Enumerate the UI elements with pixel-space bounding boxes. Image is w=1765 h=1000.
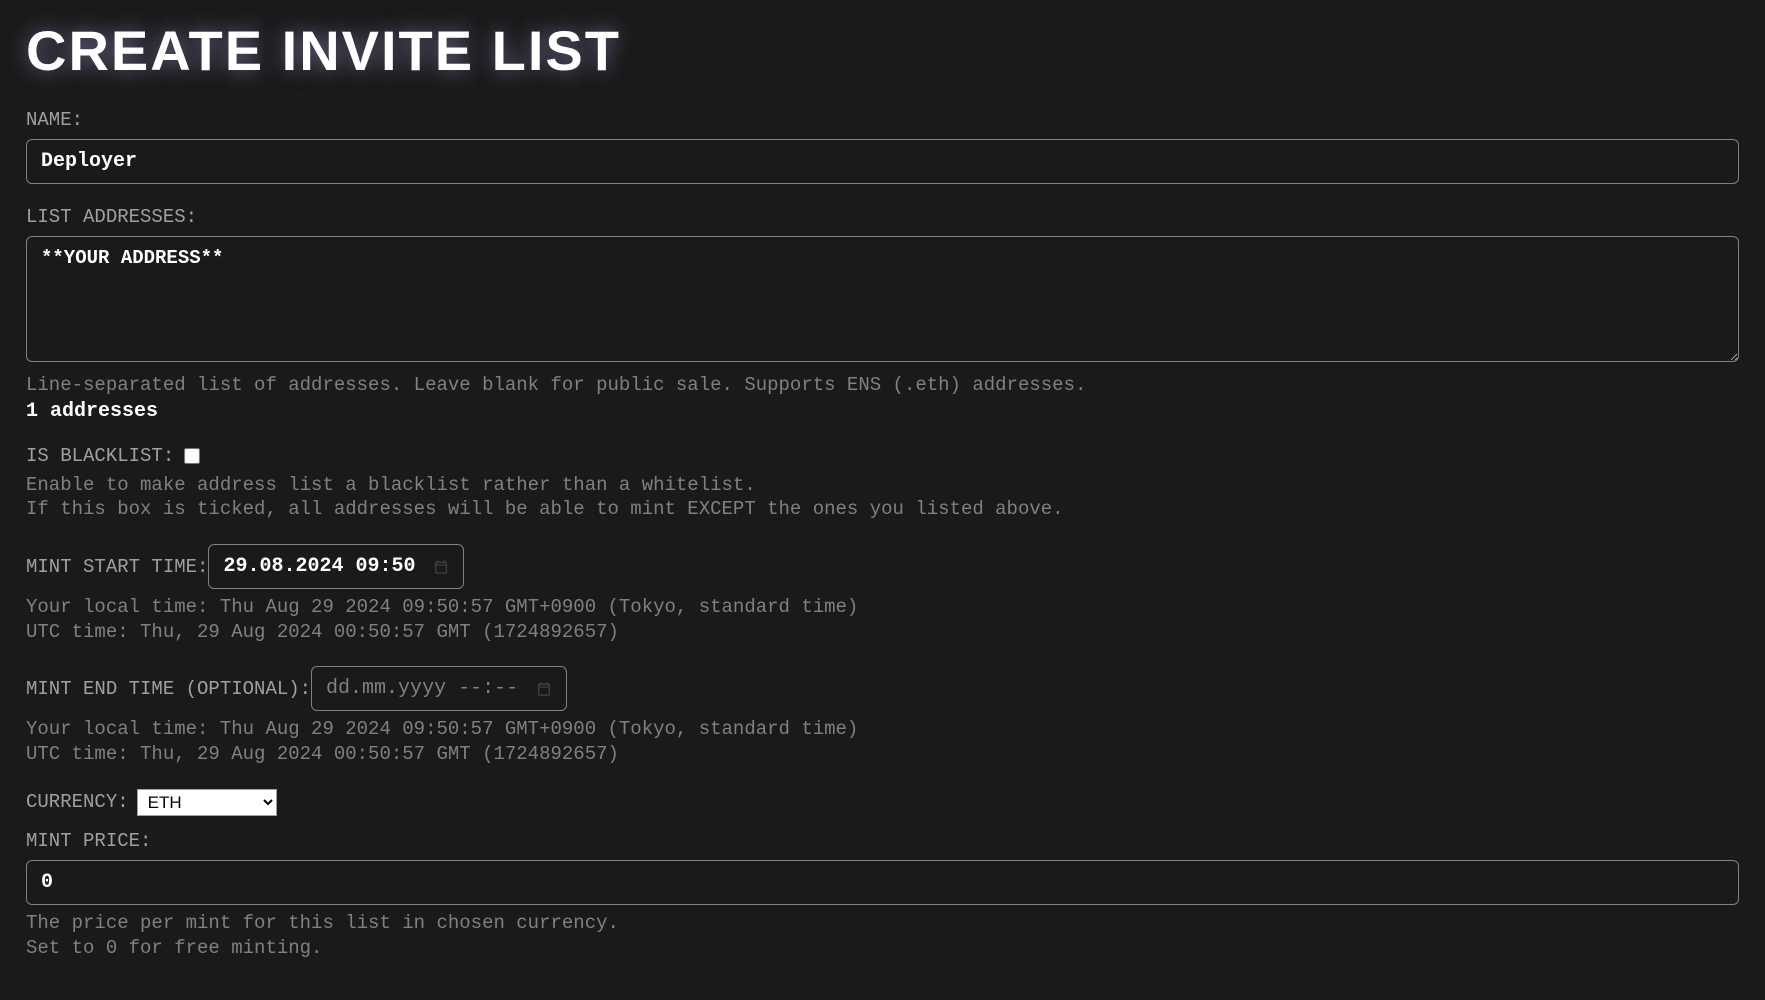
mint-end-time-label: MINT END TIME (OPTIONAL):: [26, 678, 311, 700]
currency-select[interactable]: ETH: [137, 789, 277, 816]
mint-start-time-label: MINT START TIME:: [26, 556, 208, 578]
name-label: NAME:: [26, 109, 83, 131]
currency-field-group: CURRENCY: ETH: [26, 789, 1739, 816]
is-blacklist-field-group: IS BLACKLIST: Enable to make address lis…: [26, 445, 1739, 522]
mint-price-input[interactable]: [26, 860, 1739, 905]
mint-price-helper-1: The price per mint for this list in chos…: [26, 911, 1739, 936]
page-title: CREATE INVITE LIST: [26, 18, 1739, 83]
calendar-icon: [536, 681, 552, 697]
list-addresses-textarea[interactable]: **YOUR ADDRESS**: [26, 236, 1739, 362]
mint-start-time-value: 29.08.2024 09:50: [223, 555, 415, 578]
mint-start-utc-time: UTC time: Thu, 29 Aug 2024 00:50:57 GMT …: [26, 620, 1739, 645]
calendar-icon: [433, 559, 449, 575]
mint-start-time-field-group: MINT START TIME: 29.08.2024 09:50 Your l…: [26, 544, 1739, 644]
list-addresses-helper: Line-separated list of addresses. Leave …: [26, 373, 1739, 398]
mint-price-field-group: MINT PRICE: The price per mint for this …: [26, 830, 1739, 960]
mint-price-helper-2: Set to 0 for free minting.: [26, 936, 1739, 961]
list-addresses-label: LIST ADDRESSES:: [26, 206, 197, 228]
mint-end-time-input[interactable]: dd.mm.yyyy --:--: [311, 666, 567, 711]
mint-start-local-time: Your local time: Thu Aug 29 2024 09:50:5…: [26, 595, 1739, 620]
is-blacklist-helper-2: If this box is ticked, all addresses wil…: [26, 497, 1739, 522]
is-blacklist-checkbox[interactable]: [184, 448, 200, 464]
is-blacklist-helper-1: Enable to make address list a blacklist …: [26, 473, 1739, 498]
mint-end-time-placeholder: dd.mm.yyyy --:--: [326, 677, 518, 700]
name-input[interactable]: [26, 139, 1739, 184]
mint-start-time-input[interactable]: 29.08.2024 09:50: [208, 544, 464, 589]
address-count: 1 addresses: [26, 400, 1739, 423]
mint-end-utc-time: UTC time: Thu, 29 Aug 2024 00:50:57 GMT …: [26, 742, 1739, 767]
name-field-group: NAME:: [26, 109, 1739, 184]
mint-end-local-time: Your local time: Thu Aug 29 2024 09:50:5…: [26, 717, 1739, 742]
currency-label: CURRENCY:: [26, 791, 129, 813]
list-addresses-field-group: LIST ADDRESSES: **YOUR ADDRESS** Line-se…: [26, 206, 1739, 423]
mint-end-time-field-group: MINT END TIME (OPTIONAL): dd.mm.yyyy --:…: [26, 666, 1739, 766]
mint-price-label: MINT PRICE:: [26, 830, 151, 852]
is-blacklist-label: IS BLACKLIST:: [26, 445, 174, 467]
